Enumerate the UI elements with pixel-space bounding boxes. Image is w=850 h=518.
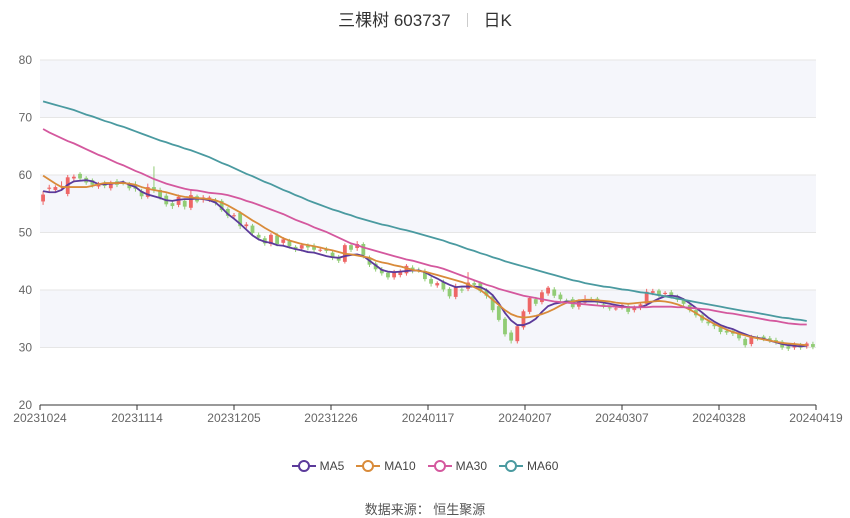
data-source: 数据来源： 恒生聚源 [364, 502, 486, 517]
candle-body [743, 338, 748, 346]
y-tick-label: 70 [19, 111, 33, 125]
x-tick-label: 20231024 [13, 411, 67, 425]
candle-body [435, 283, 440, 286]
y-tick-label: 20 [19, 398, 33, 412]
y-tick-label: 50 [19, 226, 33, 240]
candle-body [287, 241, 292, 247]
plot-background [40, 60, 816, 348]
candle-body [53, 187, 58, 190]
candle-body [453, 286, 458, 297]
candle-body [349, 245, 353, 250]
y-tick-label: 60 [19, 168, 33, 182]
x-tick-label: 20240117 [402, 411, 455, 425]
x-tick-label: 20240307 [595, 411, 649, 425]
legend-label: MA60 [527, 459, 559, 473]
legend-label: MA5 [319, 459, 345, 473]
candle-body [811, 344, 815, 347]
candle-body [459, 289, 464, 291]
candle-body [632, 307, 637, 311]
candle-body [515, 326, 520, 342]
candle-body [41, 194, 45, 202]
x-tick-label: 20231114 [111, 411, 163, 425]
x-tick-label: 20240419 [789, 411, 843, 425]
legend: MA5 MA10 MA30 MA60 [0, 459, 850, 473]
candle-body [533, 299, 538, 304]
candle-body [663, 292, 668, 295]
candle-body [281, 239, 286, 243]
candle-body [71, 176, 76, 179]
candle-body [318, 249, 323, 251]
x-tick-label: 20240207 [498, 411, 552, 425]
legend-marker [427, 460, 452, 472]
candle-body [232, 215, 236, 217]
candle-body [299, 245, 304, 249]
x-tick-label: 20231205 [207, 411, 261, 425]
candlestick-chart: 20304050607080 20231024 20231114 20231205 2… [13, 53, 843, 425]
candle-body [546, 287, 551, 294]
legend-item-ma10[interactable]: MA10 [356, 459, 416, 473]
y-tick-label: 30 [19, 341, 33, 355]
x-tick-label: 20231226 [304, 411, 358, 425]
candle-body [182, 200, 187, 207]
candle-body [503, 318, 507, 335]
legend-label: MA30 [455, 459, 488, 473]
plot-band [40, 175, 816, 233]
legend-item-ma60[interactable]: MA60 [499, 459, 558, 473]
candle-body [361, 244, 366, 256]
candle-body [256, 234, 261, 238]
candle-body [429, 279, 433, 284]
candle-body [472, 283, 477, 285]
candle-body [275, 235, 280, 244]
y-tick-label: 80 [19, 53, 33, 67]
candle-body [552, 289, 557, 296]
candle-body [527, 298, 532, 312]
candle-body [78, 173, 82, 179]
legend-item-ma30[interactable]: MA30 [427, 459, 488, 473]
candle-body [607, 307, 612, 309]
legend-item-ma5[interactable]: MA5 [291, 459, 345, 473]
candle-body [447, 288, 452, 297]
candle-body [786, 346, 791, 349]
candle-body [244, 224, 249, 227]
y-axis: 20 30 40 50 60 70 80 [19, 53, 33, 412]
candle-body [496, 306, 501, 320]
legend-marker [356, 460, 381, 472]
x-tick-label: 20240328 [692, 411, 746, 425]
legend-label: MA10 [384, 459, 416, 473]
candle-body [250, 225, 255, 234]
legend-marker [291, 460, 316, 472]
candle-body [47, 187, 52, 189]
candle-body [509, 332, 514, 341]
candle-body [170, 203, 175, 207]
x-axis: 20231024 20231114 20231205 20231226 20240117… [13, 404, 843, 425]
plot-band [40, 290, 816, 348]
y-tick-label: 40 [19, 283, 33, 297]
candle-body [558, 294, 563, 300]
candle-body [386, 272, 390, 278]
candle-body [540, 292, 544, 303]
candle-body [613, 308, 618, 310]
candle-body [650, 291, 655, 293]
plot-band [40, 60, 816, 118]
legend-marker [499, 460, 524, 472]
